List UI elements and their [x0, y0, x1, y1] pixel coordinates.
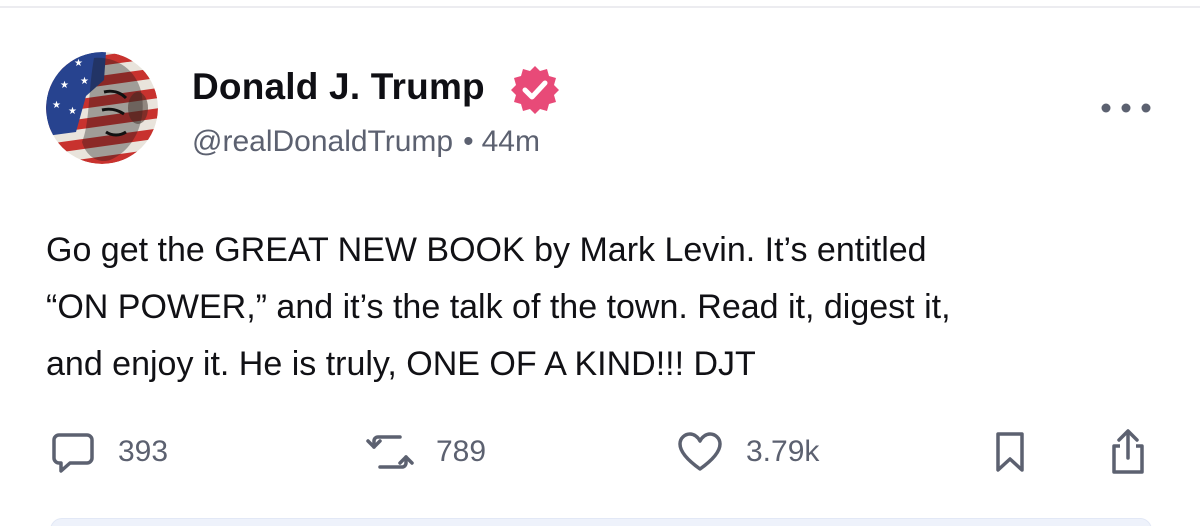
- more-options-icon[interactable]: [1098, 96, 1154, 120]
- heart-icon: [678, 432, 722, 471]
- share-button[interactable]: [1106, 428, 1150, 476]
- share-icon: [1112, 429, 1144, 474]
- author-handle[interactable]: @realDonaldTrump: [192, 125, 453, 158]
- svg-text:★: ★: [52, 100, 61, 111]
- svg-text:★: ★: [80, 76, 89, 87]
- avatar[interactable]: ★ ★ ★ ★ ★ ★: [46, 52, 158, 164]
- svg-text:★: ★: [54, 62, 63, 73]
- author-name[interactable]: Donald J. Trump: [192, 66, 485, 108]
- svg-text:★: ★: [74, 58, 83, 69]
- repost-icon: [366, 435, 414, 469]
- separator-dot: •: [463, 125, 474, 158]
- bookmark-icon: [996, 432, 1024, 472]
- post-text-line: and enjoy it. He is truly, ONE OF A KIND…: [46, 345, 756, 383]
- verified-badge-icon: [511, 66, 559, 114]
- svg-text:★: ★: [68, 106, 77, 117]
- post-timestamp[interactable]: 44m: [482, 125, 540, 158]
- repost-button[interactable]: 789: [366, 428, 486, 476]
- bookmark-button[interactable]: [990, 428, 1030, 476]
- like-count: 3.79k: [746, 435, 820, 468]
- reply-composer-bar[interactable]: [50, 518, 1152, 526]
- handle-row: @realDonaldTrump • 44m: [192, 125, 540, 159]
- post-text-line: “ON POWER,” and it’s the talk of the tow…: [46, 288, 951, 326]
- post-card: ★ ★ ★ ★ ★ ★ Donald J. Trump @realDonaldTrum…: [0, 0, 1200, 526]
- top-divider: [0, 0, 1200, 8]
- svg-text:★: ★: [60, 80, 69, 91]
- post-text-line: Go get the GREAT NEW BOOK by Mark Levin.…: [46, 231, 927, 269]
- comment-icon: [52, 433, 94, 473]
- reply-button[interactable]: 393: [50, 428, 168, 476]
- post-text: Go get the GREAT NEW BOOK by Mark Levin.…: [46, 222, 1166, 393]
- reply-count: 393: [118, 435, 169, 468]
- like-button[interactable]: 3.79k: [676, 428, 819, 476]
- repost-count: 789: [436, 435, 487, 468]
